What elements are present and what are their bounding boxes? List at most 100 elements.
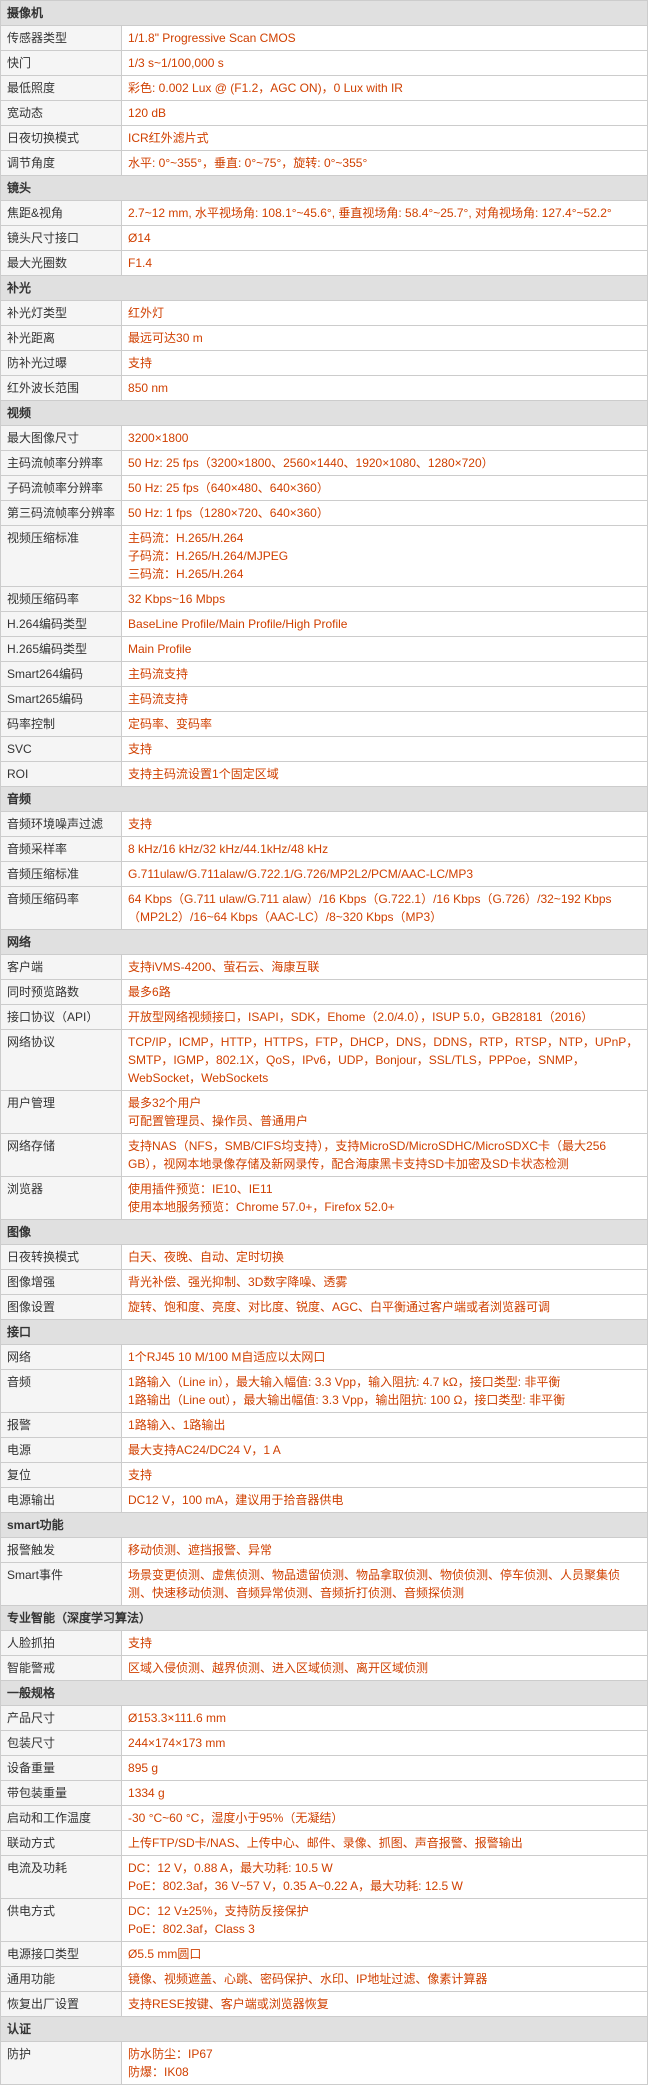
- row-value: 移动侦测、遮挡报警、异常: [122, 1538, 648, 1563]
- table-row: 供电方式DC：12 V±25%，支持防反接保护PoE：802.3af，Class…: [1, 1899, 648, 1942]
- row-label: 设备重量: [1, 1756, 122, 1781]
- row-value: ICR红外滤片式: [122, 126, 648, 151]
- row-label: 焦距&视角: [1, 201, 122, 226]
- row-value: 895 g: [122, 1756, 648, 1781]
- row-label: 电源接口类型: [1, 1942, 122, 1967]
- table-row: H.264编码类型BaseLine Profile/Main Profile/H…: [1, 612, 648, 637]
- row-value: BaseLine Profile/Main Profile/High Profi…: [122, 612, 648, 637]
- row-value: 支持: [122, 1631, 648, 1656]
- row-value: 防水防尘：IP67防爆：IK08: [122, 2042, 648, 2085]
- table-row: Smart264编码主码流支持: [1, 662, 648, 687]
- row-label: 快门: [1, 51, 122, 76]
- row-label: 镜头尺寸接口: [1, 226, 122, 251]
- row-label: 传感器类型: [1, 26, 122, 51]
- table-row: 包装尺寸244×174×173 mm: [1, 1731, 648, 1756]
- row-label: 红外波长范围: [1, 376, 122, 401]
- row-label: 带包装重量: [1, 1781, 122, 1806]
- row-label: 电源输出: [1, 1488, 122, 1513]
- table-row: 日夜转换模式白天、夜晚、自动、定时切换: [1, 1245, 648, 1270]
- row-value: 支持主码流设置1个固定区域: [122, 762, 648, 787]
- row-value: 64 Kbps（G.711 ulaw/G.711 alaw）/16 Kbps（G…: [122, 887, 648, 930]
- table-row: 日夜切换模式ICR红外滤片式: [1, 126, 648, 151]
- row-value: 50 Hz: 1 fps（1280×720、640×360）: [122, 501, 648, 526]
- row-value: 8 kHz/16 kHz/32 kHz/44.1kHz/48 kHz: [122, 837, 648, 862]
- row-label: 最大光圈数: [1, 251, 122, 276]
- table-row: 防补光过曝支持: [1, 351, 648, 376]
- row-value: 1路输入、1路输出: [122, 1413, 648, 1438]
- row-value: 1/3 s~1/100,000 s: [122, 51, 648, 76]
- table-row: 用户管理最多32个用户可配置管理员、操作员、普通用户: [1, 1091, 648, 1134]
- row-value: 上传FTP/SD卡/NAS、上传中心、邮件、录像、抓图、声音报警、报警输出: [122, 1831, 648, 1856]
- row-label: 同时预览路数: [1, 980, 122, 1005]
- table-row: 通用功能镜像、视频遮盖、心跳、密码保护、水印、IP地址过滤、像素计算器: [1, 1967, 648, 1992]
- row-value: 1334 g: [122, 1781, 648, 1806]
- row-label: 音频: [1, 1370, 122, 1413]
- row-value: 1路输入（Line in），最大输入幅值: 3.3 Vpp，输入阻抗: 4.7 …: [122, 1370, 648, 1413]
- section-header: 视频: [1, 401, 648, 426]
- section-header: 一般规格: [1, 1681, 648, 1706]
- row-label: 子码流帧率分辨率: [1, 476, 122, 501]
- row-label: 音频压缩标准: [1, 862, 122, 887]
- section-header: 摄像机: [1, 1, 648, 26]
- row-label: 视频压缩标准: [1, 526, 122, 587]
- section-header: 镜头: [1, 176, 648, 201]
- table-row: Smart265编码主码流支持: [1, 687, 648, 712]
- row-label: 接口协议（API）: [1, 1005, 122, 1030]
- row-label: 网络协议: [1, 1030, 122, 1091]
- row-label: 防补光过曝: [1, 351, 122, 376]
- row-value: 支持iVMS-4200、萤石云、海康互联: [122, 955, 648, 980]
- row-value: F1.4: [122, 251, 648, 276]
- row-label: Smart264编码: [1, 662, 122, 687]
- row-label: 图像设置: [1, 1295, 122, 1320]
- row-label: 日夜切换模式: [1, 126, 122, 151]
- row-label: 视频压缩码率: [1, 587, 122, 612]
- row-label: 通用功能: [1, 1967, 122, 1992]
- table-row: 音频压缩标准G.711ulaw/G.711alaw/G.722.1/G.726/…: [1, 862, 648, 887]
- row-label: 客户端: [1, 955, 122, 980]
- row-label: 补光距离: [1, 326, 122, 351]
- row-label: 日夜转换模式: [1, 1245, 122, 1270]
- row-label: 网络存储: [1, 1134, 122, 1177]
- table-row: 音频采样率8 kHz/16 kHz/32 kHz/44.1kHz/48 kHz: [1, 837, 648, 862]
- row-value: 水平: 0°~355°，垂直: 0°~75°，旋转: 0°~355°: [122, 151, 648, 176]
- row-value: 1个RJ45 10 M/100 M自适应以太网口: [122, 1345, 648, 1370]
- table-row: 电源接口类型Ø5.5 mm圆口: [1, 1942, 648, 1967]
- row-label: 主码流帧率分辨率: [1, 451, 122, 476]
- section-header: 认证: [1, 2017, 648, 2042]
- row-label: 最低照度: [1, 76, 122, 101]
- row-value: Ø14: [122, 226, 648, 251]
- row-label: 第三码流帧率分辨率: [1, 501, 122, 526]
- row-value: 2.7~12 mm, 水平视场角: 108.1°~45.6°, 垂直视场角: 5…: [122, 201, 648, 226]
- table-row: 报警1路输入、1路输出: [1, 1413, 648, 1438]
- table-row: 最大光圈数F1.4: [1, 251, 648, 276]
- row-label: 电流及功耗: [1, 1856, 122, 1899]
- row-value: 开放型网络视频接口，ISAPI，SDK，Ehome（2.0/4.0），ISUP …: [122, 1005, 648, 1030]
- table-row: Smart事件场景变更侦测、虚焦侦测、物品遗留侦测、物品拿取侦测、物侦侦测、停车…: [1, 1563, 648, 1606]
- row-value: DC：12 V±25%，支持防反接保护PoE：802.3af，Class 3: [122, 1899, 648, 1942]
- table-row: 音频压缩码率64 Kbps（G.711 ulaw/G.711 alaw）/16 …: [1, 887, 648, 930]
- section-header: 网络: [1, 930, 648, 955]
- table-row: 图像增强背光补偿、强光抑制、3D数字降噪、透雾: [1, 1270, 648, 1295]
- table-row: 快门1/3 s~1/100,000 s: [1, 51, 648, 76]
- table-row: 网络1个RJ45 10 M/100 M自适应以太网口: [1, 1345, 648, 1370]
- row-value: TCP/IP，ICMP，HTTP，HTTPS，FTP，DHCP，DNS，DDNS…: [122, 1030, 648, 1091]
- row-value: 支持RESE按键、客户端或浏览器恢复: [122, 1992, 648, 2017]
- row-label: 最大图像尺寸: [1, 426, 122, 451]
- table-row: 智能警戒区域入侵侦测、越界侦测、进入区域侦测、离开区域侦测: [1, 1656, 648, 1681]
- row-label: 音频压缩码率: [1, 887, 122, 930]
- table-row: 电源最大支持AC24/DC24 V，1 A: [1, 1438, 648, 1463]
- table-row: 最大图像尺寸3200×1800: [1, 426, 648, 451]
- table-row: 网络协议TCP/IP，ICMP，HTTP，HTTPS，FTP，DHCP，DNS，…: [1, 1030, 648, 1091]
- row-value: 最远可达30 m: [122, 326, 648, 351]
- row-label: 网络: [1, 1345, 122, 1370]
- table-row: 音频1路输入（Line in），最大输入幅值: 3.3 Vpp，输入阻抗: 4.…: [1, 1370, 648, 1413]
- row-value: 最多32个用户可配置管理员、操作员、普通用户: [122, 1091, 648, 1134]
- table-row: 人脸抓拍支持: [1, 1631, 648, 1656]
- row-value: 支持: [122, 812, 648, 837]
- row-label: 报警: [1, 1413, 122, 1438]
- row-label: H.264编码类型: [1, 612, 122, 637]
- row-label: 电源: [1, 1438, 122, 1463]
- table-row: 产品尺寸Ø153.3×111.6 mm: [1, 1706, 648, 1731]
- table-row: 第三码流帧率分辨率50 Hz: 1 fps（1280×720、640×360）: [1, 501, 648, 526]
- table-row: 视频压缩码率32 Kbps~16 Mbps: [1, 587, 648, 612]
